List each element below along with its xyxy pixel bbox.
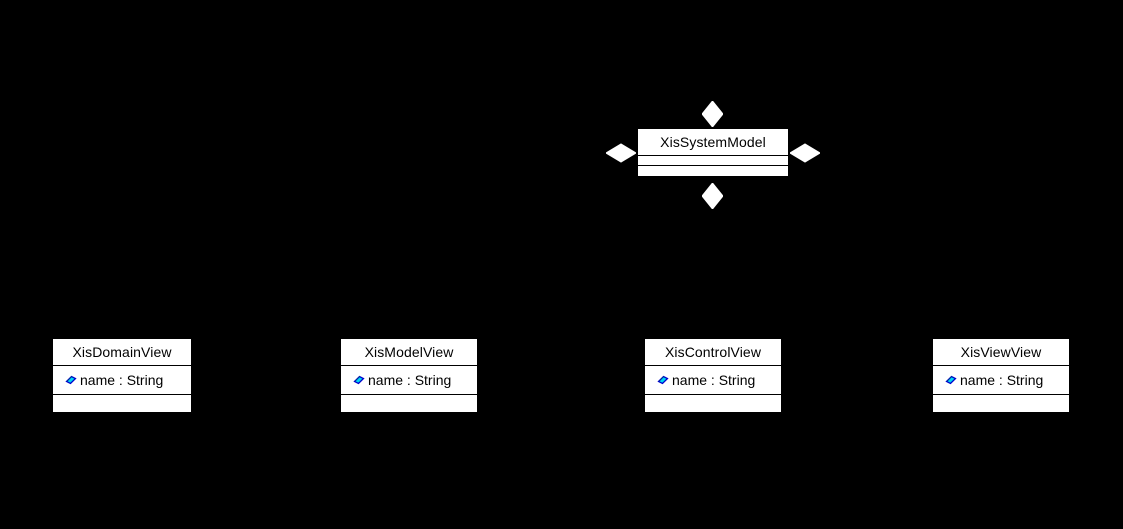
class-name-label: XisViewView [960, 344, 1042, 360]
attribute-icon [353, 375, 365, 385]
class-name-label: XisSystemModel [660, 133, 766, 150]
attribute-row[interactable]: name : String [352, 373, 477, 387]
class-box-xisviewview[interactable]: XisViewView name : String [932, 338, 1070, 413]
class-name-label: XisDomainView [72, 344, 172, 360]
attribute-icon [65, 375, 77, 385]
class-operations-compartment [933, 394, 1069, 412]
class-name-compartment: XisDomainView [53, 339, 191, 365]
class-box-xiscontrolview[interactable]: XisControlView name : String [644, 338, 782, 413]
attribute-row[interactable]: name : String [656, 373, 781, 387]
class-name-compartment: XisViewView [933, 339, 1069, 365]
class-box-xisdomainview[interactable]: XisDomainView name : String [52, 338, 192, 413]
class-operations-compartment [645, 394, 781, 412]
composition-diamond-bottom [702, 183, 723, 209]
attribute-label: name : String [80, 372, 164, 388]
class-name-label: XisModelView [364, 344, 454, 360]
composition-diamond-right [790, 143, 820, 163]
class-attributes-compartment: name : String [53, 365, 191, 394]
class-attributes-compartment: name : String [933, 365, 1069, 394]
attribute-row[interactable]: name : String [944, 373, 1069, 387]
class-name-label: XisControlView [664, 344, 762, 360]
class-operations-compartment [53, 394, 191, 412]
attribute-icon [657, 375, 669, 385]
class-box-xissystemmodel[interactable]: XisSystemModel [637, 128, 789, 177]
attribute-label: name : String [368, 372, 452, 388]
class-attributes-compartment [638, 154, 788, 166]
diagram-canvas: XisSystemModel XisDomainView name : Stri… [0, 0, 1123, 529]
class-operations-compartment [638, 165, 788, 176]
class-attributes-compartment: name : String [645, 365, 781, 394]
class-name-compartment: XisControlView [645, 339, 781, 365]
composition-diamond-top [702, 101, 723, 127]
class-name-compartment: XisModelView [341, 339, 477, 365]
class-operations-compartment [341, 394, 477, 412]
attribute-icon [945, 375, 957, 385]
attribute-label: name : String [960, 372, 1044, 388]
composition-diamond-left [606, 143, 636, 163]
class-box-xismodelview[interactable]: XisModelView name : String [340, 338, 478, 413]
class-attributes-compartment: name : String [341, 365, 477, 394]
attribute-row[interactable]: name : String [64, 373, 191, 387]
class-name-compartment: XisSystemModel [638, 129, 788, 155]
attribute-label: name : String [672, 372, 756, 388]
